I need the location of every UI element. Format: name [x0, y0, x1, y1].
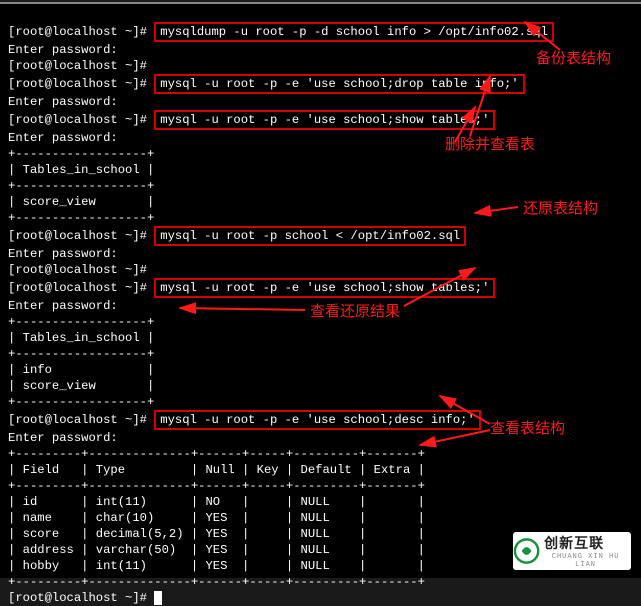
table-sep: +------------------+: [8, 211, 154, 225]
table-row: | name | char(10) | YES | | NULL | |: [8, 511, 425, 525]
table-row: | score_view |: [8, 195, 154, 209]
shell-prompt: [root@localhost ~]#: [8, 77, 154, 91]
table-sep: +------------------+: [8, 147, 154, 161]
shell-prompt: [root@localhost ~]#: [8, 413, 154, 427]
password-prompt: Enter password:: [8, 43, 125, 57]
password-prompt: Enter password:: [8, 247, 125, 261]
logo-text: 创新互联: [544, 535, 604, 551]
password-prompt: Enter password:: [8, 95, 125, 109]
command-mysqldump[interactable]: mysqldump -u root -p -d school info > /o…: [154, 22, 554, 42]
shell-prompt: [root@localhost ~]#: [8, 113, 154, 127]
logo-icon: [513, 537, 540, 565]
table-header: | Field | Type | Null | Key | Default | …: [8, 463, 425, 477]
table-sep: +---------+--------------+------+-----+-…: [8, 575, 425, 589]
cursor[interactable]: [154, 591, 162, 605]
password-prompt: Enter password:: [8, 431, 125, 445]
table-sep: +------------------+: [8, 347, 154, 361]
password-prompt: Enter password:: [8, 131, 125, 145]
command-desc-info[interactable]: mysql -u root -p -e 'use school;desc inf…: [154, 410, 481, 430]
shell-prompt: [root@localhost ~]#: [8, 25, 154, 39]
table-sep: +------------------+: [8, 395, 154, 409]
shell-prompt: [root@localhost ~]#: [8, 59, 154, 73]
annotation-drop-show: 删除并查看表: [445, 133, 535, 154]
annotation-check-struct: 查看表结构: [490, 417, 565, 438]
command-drop-table[interactable]: mysql -u root -p -e 'use school;drop tab…: [154, 74, 524, 94]
command-show-tables-2[interactable]: mysql -u root -p -e 'use school;show tab…: [154, 278, 495, 298]
table-row: | score | decimal(5,2) | YES | | NULL | …: [8, 527, 425, 541]
annotation-backup: 备份表结构: [536, 47, 611, 68]
password-prompt: Enter password:: [8, 299, 125, 313]
shell-prompt: [root@localhost ~]#: [8, 281, 154, 295]
annotation-check-restore: 查看还原结果: [310, 300, 400, 321]
command-restore[interactable]: mysql -u root -p school < /opt/info02.sq…: [154, 226, 466, 246]
table-row: | hobby | int(11) | YES | | NULL | |: [8, 559, 425, 573]
table-header: | Tables_in_school |: [8, 331, 154, 345]
table-row: | id | int(11) | NO | | NULL | |: [8, 495, 425, 509]
table-header: | Tables_in_school |: [8, 163, 154, 177]
table-row: | address | varchar(50) | YES | | NULL |…: [8, 543, 425, 557]
table-row: | info |: [8, 363, 154, 377]
table-sep: +---------+--------------+------+-----+-…: [8, 479, 425, 493]
table-row: | score_view |: [8, 379, 154, 393]
logo-subtext: CHUANG XIN HU LIAN: [540, 553, 631, 569]
shell-prompt: [root@localhost ~]#: [8, 591, 154, 605]
annotation-restore: 还原表结构: [523, 197, 598, 218]
brand-logo: 创新互联 CHUANG XIN HU LIAN: [513, 532, 631, 570]
command-show-tables-1[interactable]: mysql -u root -p -e 'use school;show tab…: [154, 110, 495, 130]
terminal-window[interactable]: [root@localhost ~]# mysqldump -u root -p…: [0, 2, 641, 578]
table-sep: +---------+--------------+------+-----+-…: [8, 447, 425, 461]
shell-prompt: [root@localhost ~]#: [8, 263, 154, 277]
shell-prompt: [root@localhost ~]#: [8, 229, 154, 243]
table-sep: +------------------+: [8, 179, 154, 193]
table-sep: +------------------+: [8, 315, 154, 329]
